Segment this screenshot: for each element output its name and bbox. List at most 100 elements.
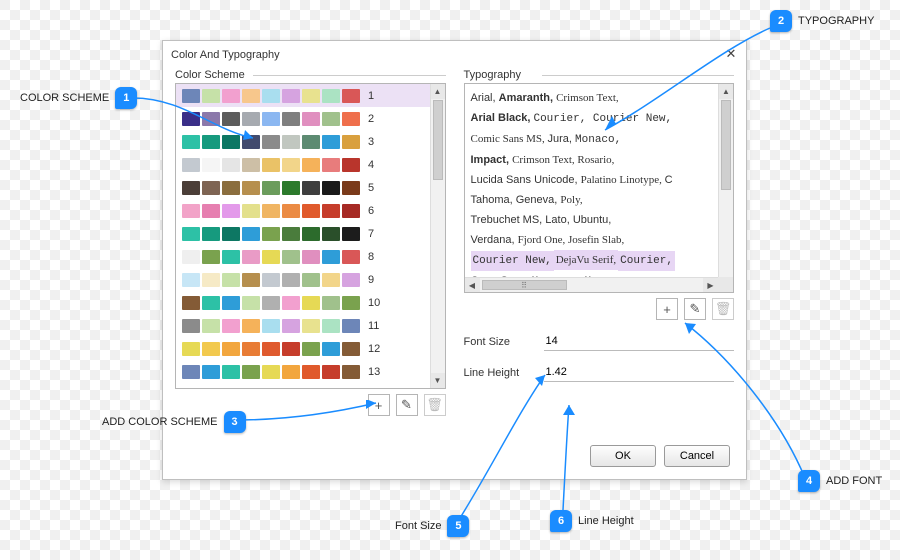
typography-row[interactable]: Trebuchet MS, Lato, Ubuntu, [471, 210, 716, 230]
color-scheme-row[interactable]: 3 [176, 130, 445, 153]
typography-toolbar: + ✎ 🗑 [464, 298, 735, 320]
swatch [282, 319, 300, 333]
font-sample: Geneva, [516, 194, 561, 206]
typography-row[interactable]: Verdana, Fjord One, Josefin Slab, [471, 230, 716, 250]
color-scheme-row[interactable]: 4 [176, 153, 445, 176]
swatch [222, 250, 240, 264]
swatch [282, 158, 300, 172]
swatch [342, 89, 360, 103]
scroll-down-icon[interactable]: ▼ [431, 373, 445, 388]
color-scheme-row[interactable]: 1 [176, 84, 445, 107]
swatch [202, 89, 220, 103]
typography-row[interactable]: Comic Sans MS, Jura, Monaco, [471, 129, 716, 150]
swatch [282, 273, 300, 287]
swatch [182, 319, 200, 333]
edit-color-scheme-button[interactable]: ✎ [396, 394, 418, 416]
typography-row[interactable]: Arial Black, Courier, Courier New, [471, 108, 716, 129]
swatch [342, 135, 360, 149]
swatch [262, 204, 280, 218]
swatch [282, 112, 300, 126]
color-scheme-row[interactable]: 5 [176, 176, 445, 199]
swatch [282, 342, 300, 356]
font-sample: Arial, [471, 92, 499, 104]
scroll-thumb-horizontal[interactable]: ⠿ [482, 280, 567, 290]
swatch [222, 112, 240, 126]
color-scheme-row[interactable]: 11 [176, 314, 445, 337]
font-size-input[interactable] [544, 332, 735, 351]
color-scheme-list[interactable]: 12345678910111213 ▲ ▼ [175, 83, 446, 389]
color-scheme-row[interactable]: 9 [176, 268, 445, 291]
scrollbar-vertical[interactable]: ▲ ▼ [718, 84, 733, 292]
scrollbar-vertical[interactable]: ▲ ▼ [430, 84, 445, 388]
delete-color-scheme-button[interactable]: 🗑 [424, 394, 446, 416]
color-scheme-row[interactable]: 7 [176, 222, 445, 245]
color-scheme-row[interactable]: 8 [176, 245, 445, 268]
swatch [262, 112, 280, 126]
swatch [182, 112, 200, 126]
edit-font-button[interactable]: ✎ [684, 298, 706, 320]
swatch [222, 158, 240, 172]
swatch [202, 181, 220, 195]
font-sample: Courier, [618, 251, 675, 271]
swatch [242, 342, 260, 356]
swatch [222, 227, 240, 241]
scheme-number: 11 [368, 320, 384, 332]
cancel-button[interactable]: Cancel [664, 445, 730, 467]
scheme-number: 10 [368, 297, 384, 309]
swatch [182, 181, 200, 195]
dialog-buttons: OK Cancel [590, 445, 730, 467]
line-height-label: Line Height [464, 367, 544, 379]
font-sample: Comic Sans MS, [471, 133, 548, 145]
swatch [182, 250, 200, 264]
scroll-thumb[interactable] [433, 100, 443, 180]
typography-row[interactable]: Lucida Sans Unicode, Palatino Linotype, … [471, 170, 716, 190]
scroll-left-icon[interactable]: ◀ [465, 278, 480, 292]
font-sample: Crimson Text, [556, 92, 619, 104]
dialog-title: Color And Typography [171, 49, 280, 61]
scheme-number: 8 [368, 251, 384, 263]
typography-row[interactable]: Impact, Crimson Text, Rosario, [471, 150, 716, 170]
typography-list[interactable]: Arial, Amaranth, Crimson Text, Arial Bla… [464, 83, 735, 293]
scrollbar-horizontal[interactable]: ◀ ⠿ ▶ [465, 277, 719, 292]
callout-6-bubble: 6 [550, 510, 572, 532]
add-font-button[interactable]: + [656, 298, 678, 320]
ok-button[interactable]: OK [590, 445, 656, 467]
scheme-number: 3 [368, 136, 384, 148]
close-icon[interactable]: ✕ [722, 45, 740, 63]
typography-row[interactable]: Courier New, DejaVu Serif, Courier, [471, 250, 716, 271]
color-scheme-row[interactable]: 12 [176, 337, 445, 360]
group-label-typo: Typography [464, 69, 735, 81]
swatch [342, 250, 360, 264]
typography-row[interactable]: Arial, Amaranth, Crimson Text, [471, 88, 716, 108]
delete-font-button[interactable]: 🗑 [712, 298, 734, 320]
swatch [222, 181, 240, 195]
swatch [202, 296, 220, 310]
swatch [262, 296, 280, 310]
scroll-up-icon[interactable]: ▲ [431, 84, 445, 99]
scheme-number: 2 [368, 113, 384, 125]
font-sample: Courier, [533, 113, 592, 125]
color-scheme-row[interactable]: 13 [176, 360, 445, 383]
scroll-thumb[interactable] [721, 100, 731, 190]
callout-1: COLOR SCHEME 1 [20, 87, 137, 109]
swatch [182, 204, 200, 218]
swatch [322, 112, 340, 126]
add-color-scheme-button[interactable]: + [368, 394, 390, 416]
callout-2-bubble: 2 [770, 10, 792, 32]
color-scheme-row[interactable]: 10 [176, 291, 445, 314]
typography-row[interactable]: Tahoma, Geneva, Poly, [471, 190, 716, 210]
color-scheme-row[interactable]: 2 [176, 107, 445, 130]
swatch [302, 89, 320, 103]
swatch [302, 158, 320, 172]
swatch [182, 89, 200, 103]
swatch [202, 204, 220, 218]
color-scheme-row[interactable]: 6 [176, 199, 445, 222]
callout-3: ADD COLOR SCHEME 3 [102, 411, 246, 433]
swatch [282, 365, 300, 379]
swatch [242, 204, 260, 218]
scroll-right-icon[interactable]: ▶ [703, 278, 718, 292]
line-height-input[interactable] [544, 363, 735, 382]
scroll-up-icon[interactable]: ▲ [719, 84, 733, 99]
swatch [242, 227, 260, 241]
dialog-color-and-typography: Color And Typography ✕ Color Scheme 1234… [162, 40, 747, 480]
